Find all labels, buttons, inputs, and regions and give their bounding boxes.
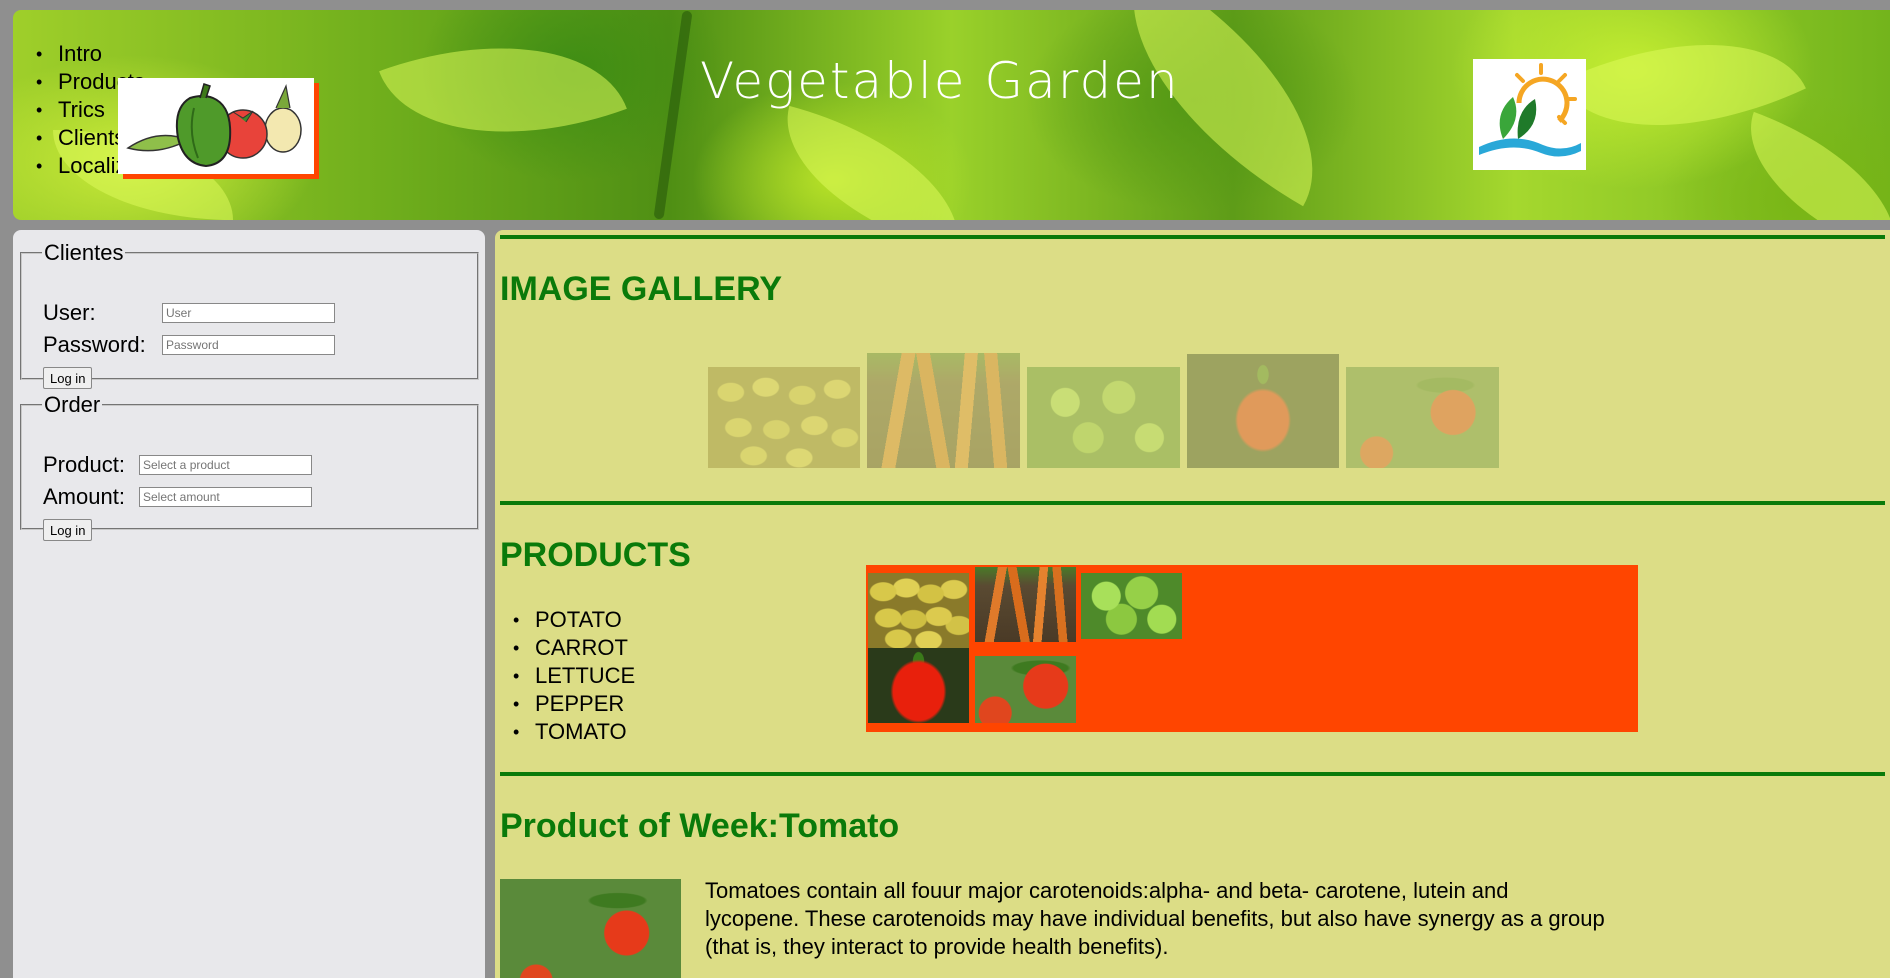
gallery-image-pepper[interactable]: [1187, 354, 1339, 468]
product-label: Product:: [43, 452, 125, 477]
week-product-description: Tomatoes contain all fouur major caroten…: [705, 878, 1605, 959]
vegetables-illustration: [126, 83, 302, 168]
password-input[interactable]: [162, 335, 335, 355]
section-divider: [500, 235, 1885, 239]
list-item: TOMATO: [513, 718, 635, 746]
order-login-button[interactable]: Log in: [43, 519, 93, 541]
gallery-image-potato[interactable]: [708, 367, 860, 468]
stem-decoration: [653, 10, 693, 220]
product-thumb-carrot[interactable]: [975, 567, 1076, 642]
gallery-image-lettuce[interactable]: [1027, 367, 1180, 468]
nav-item-intro[interactable]: Intro: [36, 40, 174, 68]
password-label: Password:: [43, 332, 146, 357]
order-fieldset: Order Product: Amount: Log in: [20, 392, 479, 541]
section-divider: [500, 501, 1885, 505]
week-product-image: [500, 879, 681, 978]
sidebar: Clientes User: Password: Log in Order Pr…: [13, 230, 485, 978]
amount-input[interactable]: [139, 487, 312, 507]
gallery-title: IMAGE GALLERY: [500, 270, 783, 308]
login-button[interactable]: Log in: [43, 367, 93, 389]
order-legend: Order: [44, 392, 101, 417]
amount-label: Amount:: [43, 484, 125, 509]
vegetables-logo: [118, 78, 314, 174]
leaf-decoration: [1723, 111, 1890, 220]
product-thumb-tomato[interactable]: [975, 656, 1076, 723]
list-item: PEPPER: [513, 690, 635, 718]
list-item: CARROT: [513, 634, 635, 662]
main-content: IMAGE GALLERY PRODUCTS POTATO CARROT LET…: [495, 230, 1890, 978]
list-item: POTATO: [513, 606, 635, 634]
user-label: User:: [43, 300, 96, 325]
clientes-legend: Clientes: [44, 240, 124, 265]
product-input[interactable]: [139, 455, 312, 475]
product-thumb-potato[interactable]: [868, 573, 969, 648]
leaf-decoration: [763, 105, 983, 220]
gallery-image-carrot[interactable]: [867, 353, 1020, 468]
products-thumbnail-panel: [866, 565, 1638, 732]
clientes-fieldset: Clientes User: Password: Log in: [20, 240, 479, 389]
products-list: POTATO CARROT LETTUCE PEPPER TOMATO: [513, 606, 635, 746]
section-divider: [500, 772, 1885, 776]
product-thumb-lettuce[interactable]: [1081, 573, 1182, 639]
sun-leaf-icon: [1479, 63, 1581, 157]
site-title: Vegetable Garden: [700, 52, 1180, 110]
gallery-image-tomato[interactable]: [1346, 367, 1499, 468]
garden-logo: [1473, 59, 1586, 170]
product-thumb-pepper[interactable]: [868, 648, 969, 723]
week-product-title: Product of Week:Tomato: [500, 807, 900, 845]
leaf-decoration: [379, 10, 627, 185]
list-item: LETTUCE: [513, 662, 635, 690]
products-title: PRODUCTS: [500, 536, 691, 574]
user-input[interactable]: [162, 303, 335, 323]
